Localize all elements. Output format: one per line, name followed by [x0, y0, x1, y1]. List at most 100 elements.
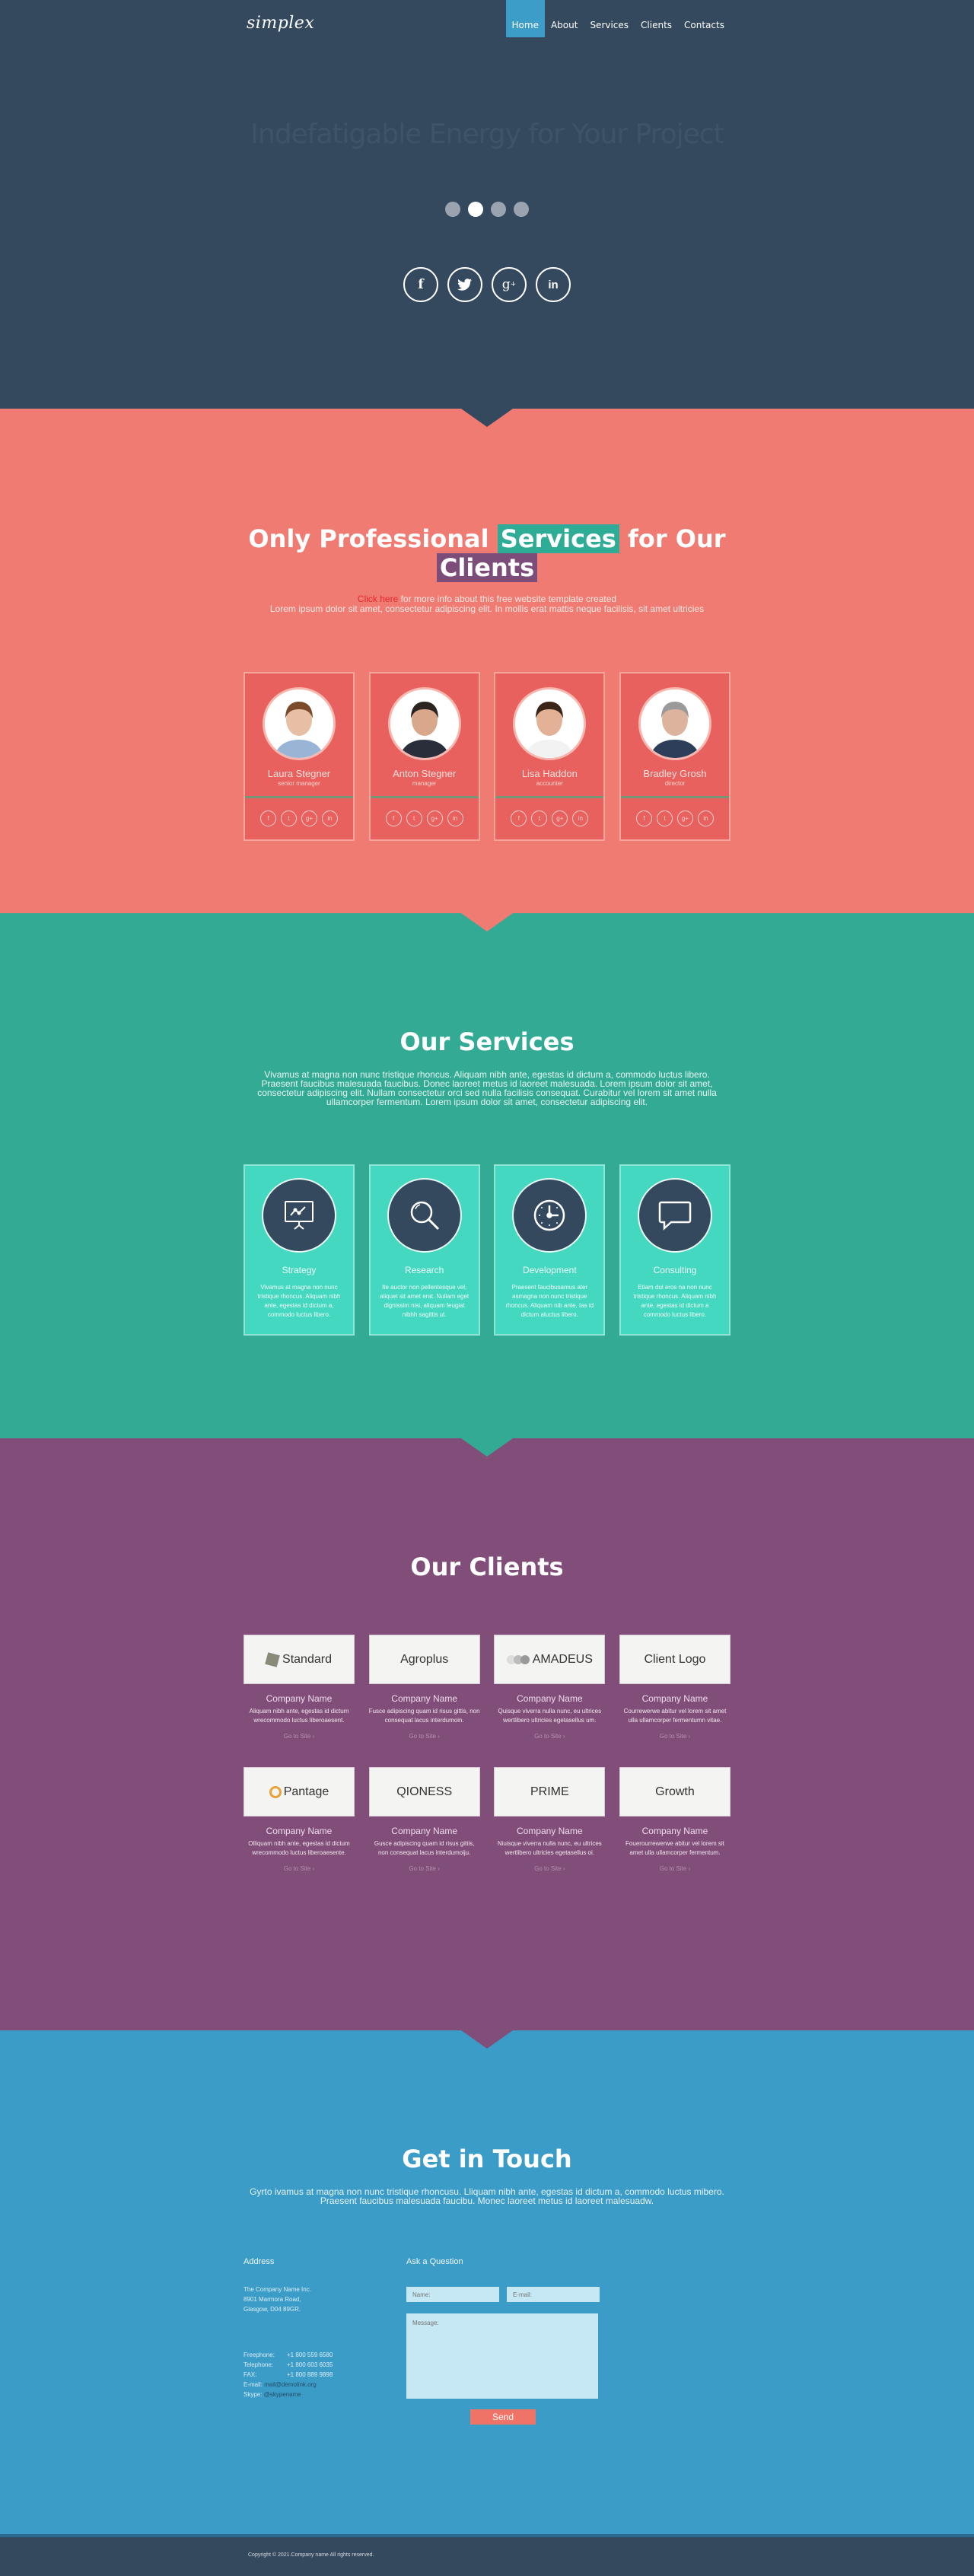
client-desc: Gusce adipiscing quam id risus gittis, n…: [374, 1840, 475, 1856]
linkedin-icon[interactable]: in: [572, 810, 589, 826]
speech-bubble-icon: [637, 1178, 712, 1253]
client-logo[interactable]: Standard: [244, 1635, 355, 1684]
facebook-icon[interactable]: f: [403, 267, 438, 302]
service-card-consulting[interactable]: Consulting Etiam dui eros na non nunc tr…: [619, 1164, 730, 1336]
slider-dot-2[interactable]: [468, 202, 483, 217]
client-desc: Olliquam nibh ante, egestas id dictum wr…: [248, 1840, 350, 1856]
service-name: Strategy: [282, 1265, 317, 1275]
member-social: f t g+ in: [621, 810, 729, 826]
divider: [495, 796, 604, 798]
go-to-site-link[interactable]: Go to Site ›: [619, 1865, 730, 1872]
name-field[interactable]: [406, 2287, 499, 2302]
nav-services[interactable]: Services: [584, 0, 635, 37]
member-social: f t g+ in: [495, 810, 603, 826]
client-desc: Aliquam nibh ante, egestas id dictum wre…: [249, 1708, 349, 1724]
slider-dot-1[interactable]: [445, 202, 460, 217]
client-name: Company Name: [391, 1693, 457, 1704]
email-link[interactable]: mail@demolink.org: [264, 2381, 317, 2388]
divider: [370, 796, 479, 798]
linkedin-icon[interactable]: in: [697, 810, 714, 826]
facebook-icon[interactable]: f: [385, 810, 402, 826]
client-card: Standard Company Name Aliquam nibh ante, e…: [244, 1635, 355, 1740]
avatar: [638, 687, 711, 760]
address-line: The Company Name Inc.: [244, 2286, 311, 2293]
facebook-icon[interactable]: f: [260, 810, 276, 826]
footer: Copyright © 2021.Company name All rights…: [0, 2534, 974, 2576]
member-role: manager: [412, 780, 437, 787]
nav-contacts[interactable]: Contacts: [678, 0, 730, 37]
client-logo[interactable]: Client Logo: [619, 1635, 730, 1684]
client-card: Agroplus Company Name Fusce adipiscing qua…: [368, 1635, 480, 1740]
client-logo[interactable]: PRIME: [494, 1767, 606, 1817]
nav-home[interactable]: Home: [505, 0, 545, 37]
client-logo-text: Growth: [655, 1785, 695, 1798]
fax-label: FAX:: [244, 2371, 257, 2378]
linkedin-icon[interactable]: in: [536, 267, 571, 302]
freephone-value: +1 800 559 6580: [287, 2352, 333, 2358]
member-name: Lisa Haddon: [521, 768, 578, 779]
google-plus-icon[interactable]: g+: [426, 810, 443, 826]
hero-title: Indefatigable Energy for Your Project: [250, 119, 724, 150]
service-card-research[interactable]: Research Ite auctor non pellentesque vel…: [368, 1164, 480, 1336]
message-field[interactable]: [406, 2313, 598, 2399]
slider-dot-4[interactable]: [514, 202, 529, 217]
linkedin-icon[interactable]: in: [447, 810, 463, 826]
client-logo[interactable]: Agroplus: [368, 1635, 480, 1684]
section-arrow: [461, 913, 513, 931]
client-name: Company Name: [516, 1826, 583, 1836]
skype-link[interactable]: @skypename: [264, 2391, 301, 2398]
go-to-site-link[interactable]: Go to Site ›: [494, 1733, 605, 1740]
services-heading: Our Services: [399, 1027, 575, 1056]
go-to-site-link[interactable]: Go to Site ›: [244, 1865, 355, 1872]
services-description: Vivamus at magna non nunc tristique rhon…: [257, 1069, 717, 1107]
client-desc: Courrewerwe abitur vel lorem sit amet ul…: [623, 1708, 727, 1724]
client-logo[interactable]: Growth: [619, 1767, 730, 1817]
slider-pagination: [244, 202, 730, 217]
google-plus-icon[interactable]: g+: [301, 810, 317, 826]
team-intro: Click here for more info about this free…: [244, 594, 730, 614]
client-logo[interactable]: QIONESS: [368, 1767, 480, 1817]
heading-text: Only Professional: [248, 524, 489, 553]
service-card-development[interactable]: Development Praesent faucibusamus ater a…: [494, 1164, 606, 1336]
nav-clients[interactable]: Clients: [635, 0, 678, 37]
client-logo-text: PRIME: [530, 1785, 569, 1798]
go-to-site-link[interactable]: Go to Site ›: [369, 1733, 480, 1740]
logo[interactable]: simplex: [247, 14, 314, 33]
client-logo-text: Agroplus: [400, 1652, 449, 1666]
contact-description: Gyrto ivamus at magna non nunc tristique…: [250, 2186, 724, 2206]
google-plus-icon[interactable]: g+: [492, 267, 527, 302]
go-to-site-link[interactable]: Go to Site ›: [369, 1865, 480, 1872]
facebook-icon[interactable]: f: [635, 810, 652, 826]
twitter-icon[interactable]: t: [281, 810, 297, 826]
go-to-site-link[interactable]: Go to Site ›: [244, 1733, 355, 1740]
email-label: E-mail:: [244, 2381, 263, 2388]
linkedin-icon[interactable]: in: [322, 810, 338, 826]
send-button[interactable]: Send: [470, 2409, 536, 2425]
twitter-icon[interactable]: [447, 267, 482, 302]
client-name: Company Name: [266, 1826, 333, 1836]
go-to-site-link[interactable]: Go to Site ›: [619, 1733, 730, 1740]
twitter-icon[interactable]: t: [406, 810, 422, 826]
contact-details: Freephone: +1 800 559 6580 Telephone: +1 8…: [244, 2350, 406, 2399]
client-logo-text: QIONESS: [396, 1785, 453, 1798]
facebook-icon[interactable]: f: [511, 810, 527, 826]
client-logo[interactable]: Pantage: [244, 1767, 355, 1817]
nav-about[interactable]: About: [545, 0, 584, 37]
click-here-link[interactable]: Click here: [358, 594, 398, 604]
form-title: Ask a Question: [406, 2257, 463, 2266]
heading-highlight-clients: Clients: [436, 553, 538, 582]
google-plus-icon[interactable]: g+: [676, 810, 693, 826]
service-card-strategy[interactable]: Strategy Vivamus at magna non nunc trist…: [244, 1164, 355, 1336]
team-card: Lisa Haddon accounter f t g+ in: [494, 672, 606, 841]
address-title: Address: [244, 2257, 275, 2266]
section-arrow: [461, 1438, 513, 1457]
client-logo[interactable]: AMADEUS: [494, 1635, 606, 1684]
twitter-icon[interactable]: t: [656, 810, 673, 826]
email-field[interactable]: [507, 2287, 600, 2302]
go-to-site-link[interactable]: Go to Site ›: [494, 1865, 605, 1872]
address-line: Glasgow, D04 89GR.: [244, 2306, 301, 2313]
google-plus-icon[interactable]: g+: [552, 810, 568, 826]
client-card: PRIME Company Name Niuisque viverra nulla …: [494, 1767, 606, 1872]
twitter-icon[interactable]: t: [531, 810, 548, 826]
slider-dot-3[interactable]: [491, 202, 506, 217]
